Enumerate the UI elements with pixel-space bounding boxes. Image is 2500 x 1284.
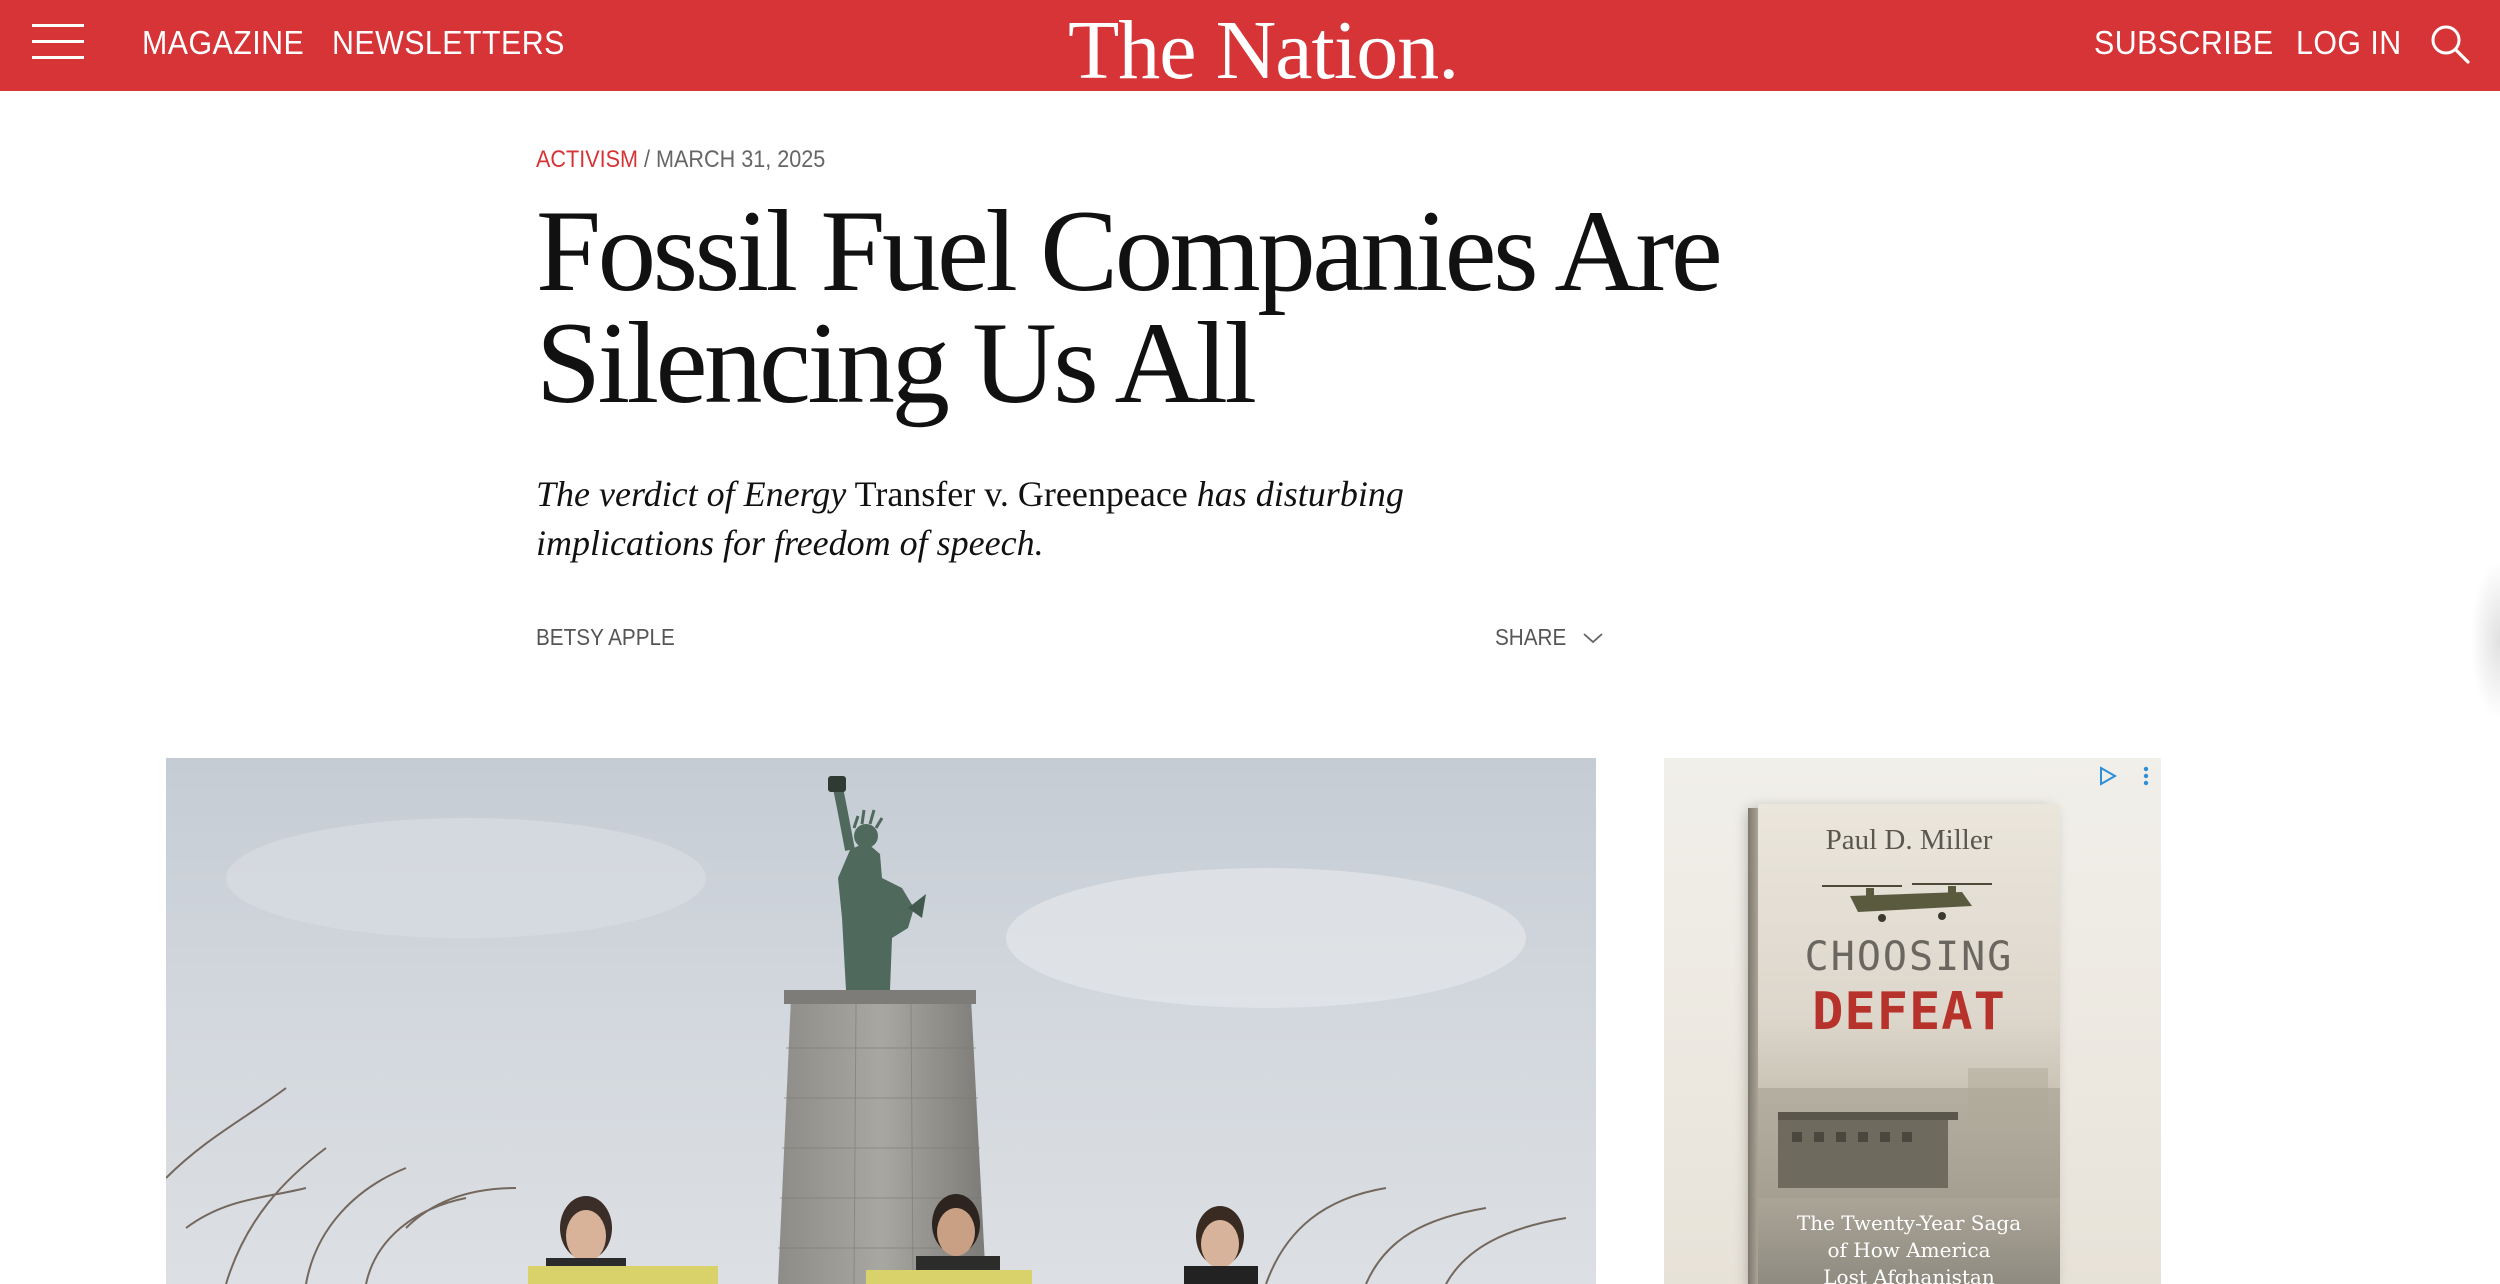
dek-part-2: Transfer v. Greenpeace bbox=[846, 474, 1197, 514]
book-title-line-1: CHOOSING bbox=[1804, 934, 2014, 980]
more-vertical-icon[interactable] bbox=[2139, 764, 2153, 788]
share-button[interactable]: SHARE bbox=[1495, 624, 1604, 651]
nav-magazine[interactable]: MAGAZINE bbox=[142, 24, 304, 62]
headline-line-2: Silencing Us All bbox=[536, 299, 1257, 428]
site-header: MAGAZINE NEWSLETTERS The Nation. SUBSCRI… bbox=[0, 0, 2500, 97]
book-cover-scene bbox=[1758, 1068, 2060, 1198]
category-link[interactable]: ACTIVISM bbox=[536, 146, 638, 173]
site-logo[interactable]: The Nation. bbox=[1068, 2, 1459, 99]
author-byline[interactable]: BETSY APPLE bbox=[536, 624, 675, 651]
book-spine bbox=[1748, 808, 1758, 1284]
book-advertisement[interactable]: Paul D. Miller CHOOSING DEFEAT The Twent… bbox=[1664, 758, 2161, 1284]
hero-image bbox=[166, 758, 1596, 1284]
nav-newsletters[interactable]: NEWSLETTERS bbox=[332, 24, 565, 62]
nav-login[interactable]: LOG IN bbox=[2296, 24, 2402, 62]
book-subtitle: The Twenty-Year Saga of How America Lost… bbox=[1796, 1211, 2022, 1284]
headline-line-1: Fossil Fuel Companies Are bbox=[536, 187, 1723, 316]
chevron-down-icon bbox=[1583, 632, 1603, 643]
article-headline: Fossil Fuel Companies Are Silencing Us A… bbox=[536, 193, 1836, 422]
edge-shadow bbox=[2470, 560, 2500, 720]
ad-choices-icon[interactable] bbox=[2095, 764, 2119, 788]
search-icon[interactable] bbox=[2428, 22, 2472, 66]
helicopter-icon bbox=[1822, 883, 1992, 922]
share-label: SHARE bbox=[1495, 624, 1567, 650]
statue-of-liberty-protest-photo bbox=[166, 758, 1596, 1284]
book-title-line-2: DEFEAT bbox=[1812, 982, 2006, 1042]
book-author: Paul D. Miller bbox=[1825, 824, 1993, 856]
article-kicker: ACTIVISM / MARCH 31, 2025 bbox=[536, 146, 825, 174]
nav-subscribe[interactable]: SUBSCRIBE bbox=[2094, 24, 2274, 62]
article-date: MARCH 31, 2025 bbox=[656, 146, 826, 173]
article-dek: The verdict of Energy Transfer v. Greenp… bbox=[536, 470, 1536, 568]
dek-part-1: The verdict of Energy bbox=[536, 474, 847, 514]
kicker-separator: / bbox=[638, 146, 657, 173]
book-cover: Paul D. Miller CHOOSING DEFEAT The Twent… bbox=[1748, 804, 2060, 1284]
menu-icon[interactable] bbox=[32, 24, 84, 60]
